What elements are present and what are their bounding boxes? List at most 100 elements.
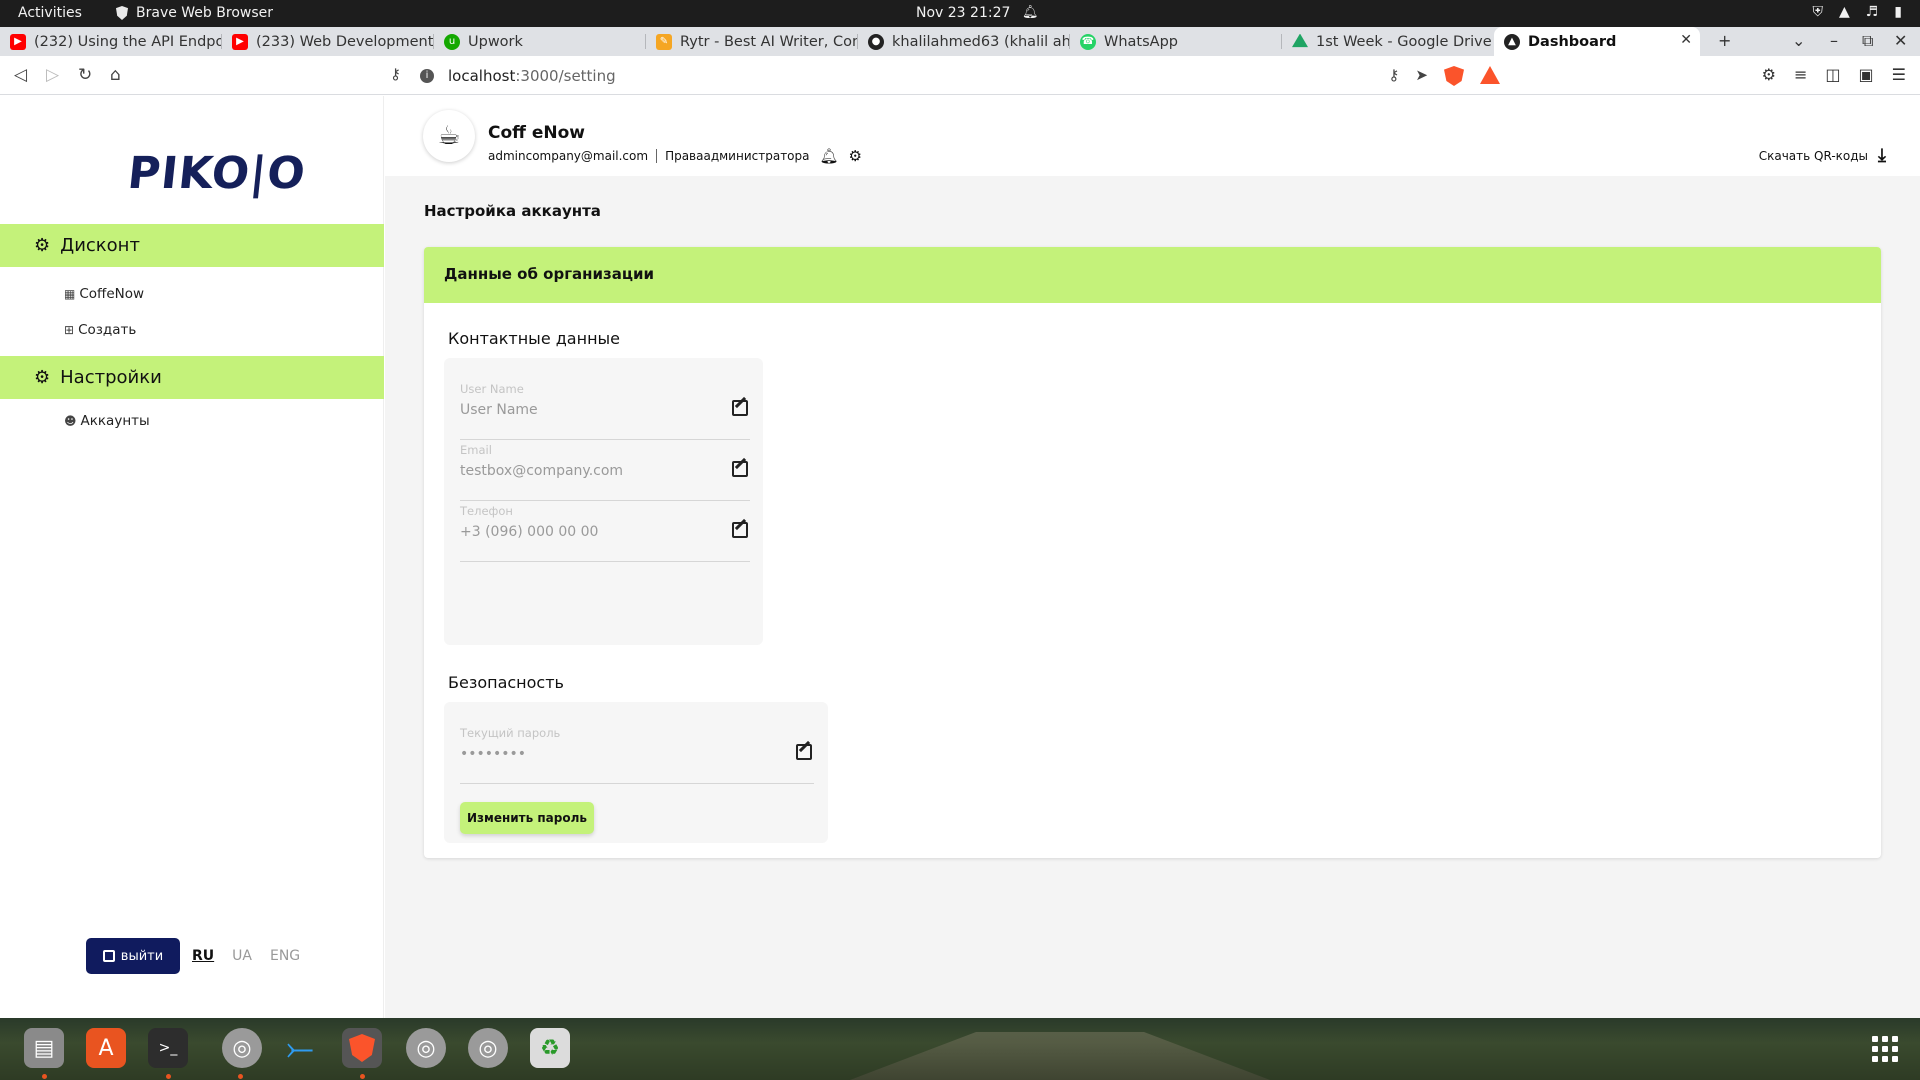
settings-gear-icon[interactable]: ⚙ <box>849 147 862 165</box>
sidebar-section-discount[interactable]: ⚙ Дисконт <box>0 224 384 267</box>
minimize-icon[interactable]: – <box>1830 31 1838 50</box>
brave-app-icon <box>116 6 128 20</box>
password-field[interactable]: Текущий пароль •••••••• <box>460 726 814 784</box>
running-indicator <box>42 1074 47 1079</box>
notification-bell-icon[interactable]: 🔔︎ <box>1022 5 1039 20</box>
wallet-icon[interactable]: ▣ <box>1859 65 1874 84</box>
disk-icon[interactable]: ◎ <box>406 1028 446 1068</box>
language-switcher: RU UA ENG <box>192 948 300 964</box>
username-field[interactable]: User Name User Name <box>460 382 750 440</box>
browser-tab[interactable]: ▶ (232) Using the API Endpo <box>0 27 222 56</box>
running-indicator <box>238 1074 243 1079</box>
key-icon[interactable]: ⚷ <box>1388 66 1399 86</box>
github-icon: ● <box>868 33 884 50</box>
battery-icon[interactable]: ▮ <box>1894 4 1902 20</box>
disk-icon[interactable]: ◎ <box>222 1028 262 1068</box>
system-tray[interactable]: ⛨ ▲ ♬ ▮ <box>1812 4 1902 20</box>
share-icon[interactable]: ➤ <box>1415 66 1428 86</box>
lang-ua[interactable]: UA <box>232 948 252 964</box>
whatsapp-icon: ☎ <box>1080 33 1096 50</box>
terminal-icon[interactable]: >_ <box>148 1028 188 1068</box>
sidebar-item-create[interactable]: ⊞ Создать <box>64 322 136 338</box>
tab-title: 1st Week - Google Drive <box>1316 33 1492 50</box>
lang-ru[interactable]: RU <box>192 948 214 964</box>
close-window-icon[interactable]: ✕ <box>1894 31 1907 50</box>
tab-search-icon[interactable]: ⌄ <box>1792 31 1805 50</box>
browser-tab[interactable]: ▶ (233) Web Development T <box>222 27 434 56</box>
download-icon: ⤓ <box>1878 145 1886 166</box>
company-avatar[interactable]: ☕ <box>423 110 475 162</box>
lang-eng[interactable]: ENG <box>270 948 300 964</box>
reload-icon[interactable]: ↻ <box>78 65 92 85</box>
email-field[interactable]: Email testbox@company.com <box>460 443 750 501</box>
app-icon: ▲ <box>1504 33 1520 50</box>
edit-icon[interactable] <box>732 522 748 538</box>
show-apps-icon[interactable] <box>1872 1036 1898 1062</box>
phone-field[interactable]: Телефон +3 (096) 000 00 00 <box>460 504 750 562</box>
security-panel: Текущий пароль •••••••• Изменить пароль <box>444 702 828 843</box>
sidebar-item-accounts[interactable]: ☻ Аккаунты <box>64 413 150 429</box>
page-title: Настройка аккаунта <box>424 202 601 220</box>
browser-tab[interactable]: ● khalilahmed63 (khalil ahm <box>858 27 1070 56</box>
browser-tab[interactable]: 1st Week - Google Drive <box>1282 27 1494 56</box>
sidebar-toggle-icon[interactable]: ◫ <box>1825 65 1840 84</box>
field-value: testbox@company.com <box>460 463 624 479</box>
home-icon[interactable]: ⌂ <box>110 65 121 85</box>
gear-icon: ⚙ <box>34 367 51 388</box>
card-header: Данные об организации <box>424 247 1881 303</box>
url-input[interactable]: i localhost:3000/setting ⚷ ➤ <box>420 60 1500 91</box>
rytr-icon: ✎ <box>656 33 672 50</box>
edit-icon[interactable] <box>732 400 748 416</box>
clock[interactable]: Nov 23 21:27 <box>916 5 1010 21</box>
sidebar-item-coffenow[interactable]: ▦ CoffeNow <box>64 286 144 302</box>
app-header: ☕ Coff eNow admincompany@mail.com Праваа… <box>385 96 1920 176</box>
software-center-icon[interactable]: A <box>86 1028 126 1068</box>
sidebar-item-label: Создать <box>78 322 137 338</box>
browser-tab[interactable]: ✎ Rytr - Best AI Writer, Cont <box>646 27 858 56</box>
bell-icon[interactable]: 🔔︎ <box>820 147 839 165</box>
site-info-icon[interactable]: i <box>420 68 434 83</box>
tab-title: Rytr - Best AI Writer, Cont <box>680 33 858 50</box>
new-tab-icon[interactable]: + <box>1718 31 1731 50</box>
shield-tray-icon[interactable]: ⛨ <box>1812 4 1823 20</box>
menu-icon[interactable]: ☰ <box>1892 65 1906 84</box>
browser-tab[interactable]: ☎ WhatsApp <box>1070 27 1282 56</box>
trash-icon[interactable]: ♻ <box>530 1028 570 1068</box>
extensions-icon[interactable]: ⚙ <box>1762 65 1776 84</box>
brave-shields-icon[interactable] <box>1444 66 1464 86</box>
bookmark-icon[interactable]: ⚷ <box>390 65 401 83</box>
google-drive-icon <box>1292 33 1308 48</box>
discount-icon: ⚙ <box>34 235 51 256</box>
app-menu[interactable]: Brave Web Browser <box>116 5 273 21</box>
activities-button[interactable]: Activities <box>18 5 82 21</box>
role-label: Праваадминистратора <box>665 149 810 163</box>
brave-dock-icon[interactable] <box>342 1028 382 1068</box>
sidebar-section-settings[interactable]: ⚙ Настройки <box>0 356 384 399</box>
browser-tab-active[interactable]: ▲ Dashboard ✕ <box>1494 27 1700 56</box>
logout-button[interactable]: выйти <box>86 938 180 974</box>
contacts-title: Контактные данные <box>448 329 621 348</box>
vscode-icon[interactable]: ⤚ <box>280 1028 320 1068</box>
volume-icon[interactable]: ♬ <box>1866 4 1879 20</box>
restore-icon[interactable]: ⧉ <box>1862 31 1873 51</box>
download-qr-label: Скачать QR-коды <box>1758 148 1869 163</box>
edit-icon[interactable] <box>732 461 748 477</box>
wifi-icon[interactable]: ▲ <box>1839 4 1850 20</box>
contacts-panel: User Name User Name Email testbox@compan… <box>444 358 763 645</box>
brave-rewards-icon[interactable] <box>1480 66 1500 84</box>
playlist-icon[interactable]: ≡ <box>1794 65 1807 84</box>
back-icon[interactable]: ◁ <box>14 65 27 85</box>
disk-icon[interactable]: ◎ <box>468 1028 508 1068</box>
tab-strip: ▶ (232) Using the API Endpo ▶ (233) Web … <box>0 27 1920 56</box>
youtube-icon: ▶ <box>232 33 248 50</box>
change-password-button[interactable]: Изменить пароль <box>460 802 594 834</box>
edit-icon[interactable] <box>796 744 812 760</box>
download-qr-button[interactable]: Скачать QR-коды ⤓ <box>1759 145 1886 166</box>
logo: PIKO|O <box>125 148 309 199</box>
files-icon[interactable]: ▤ <box>24 1028 64 1068</box>
forward-icon[interactable]: ▷ <box>46 65 59 85</box>
browser-tab[interactable]: u Upwork <box>434 27 646 56</box>
main-content: ☕ Coff eNow admincompany@mail.com Праваа… <box>385 96 1920 1018</box>
close-tab-icon[interactable]: ✕ <box>1680 32 1692 48</box>
field-label: Текущий пароль <box>460 726 561 740</box>
